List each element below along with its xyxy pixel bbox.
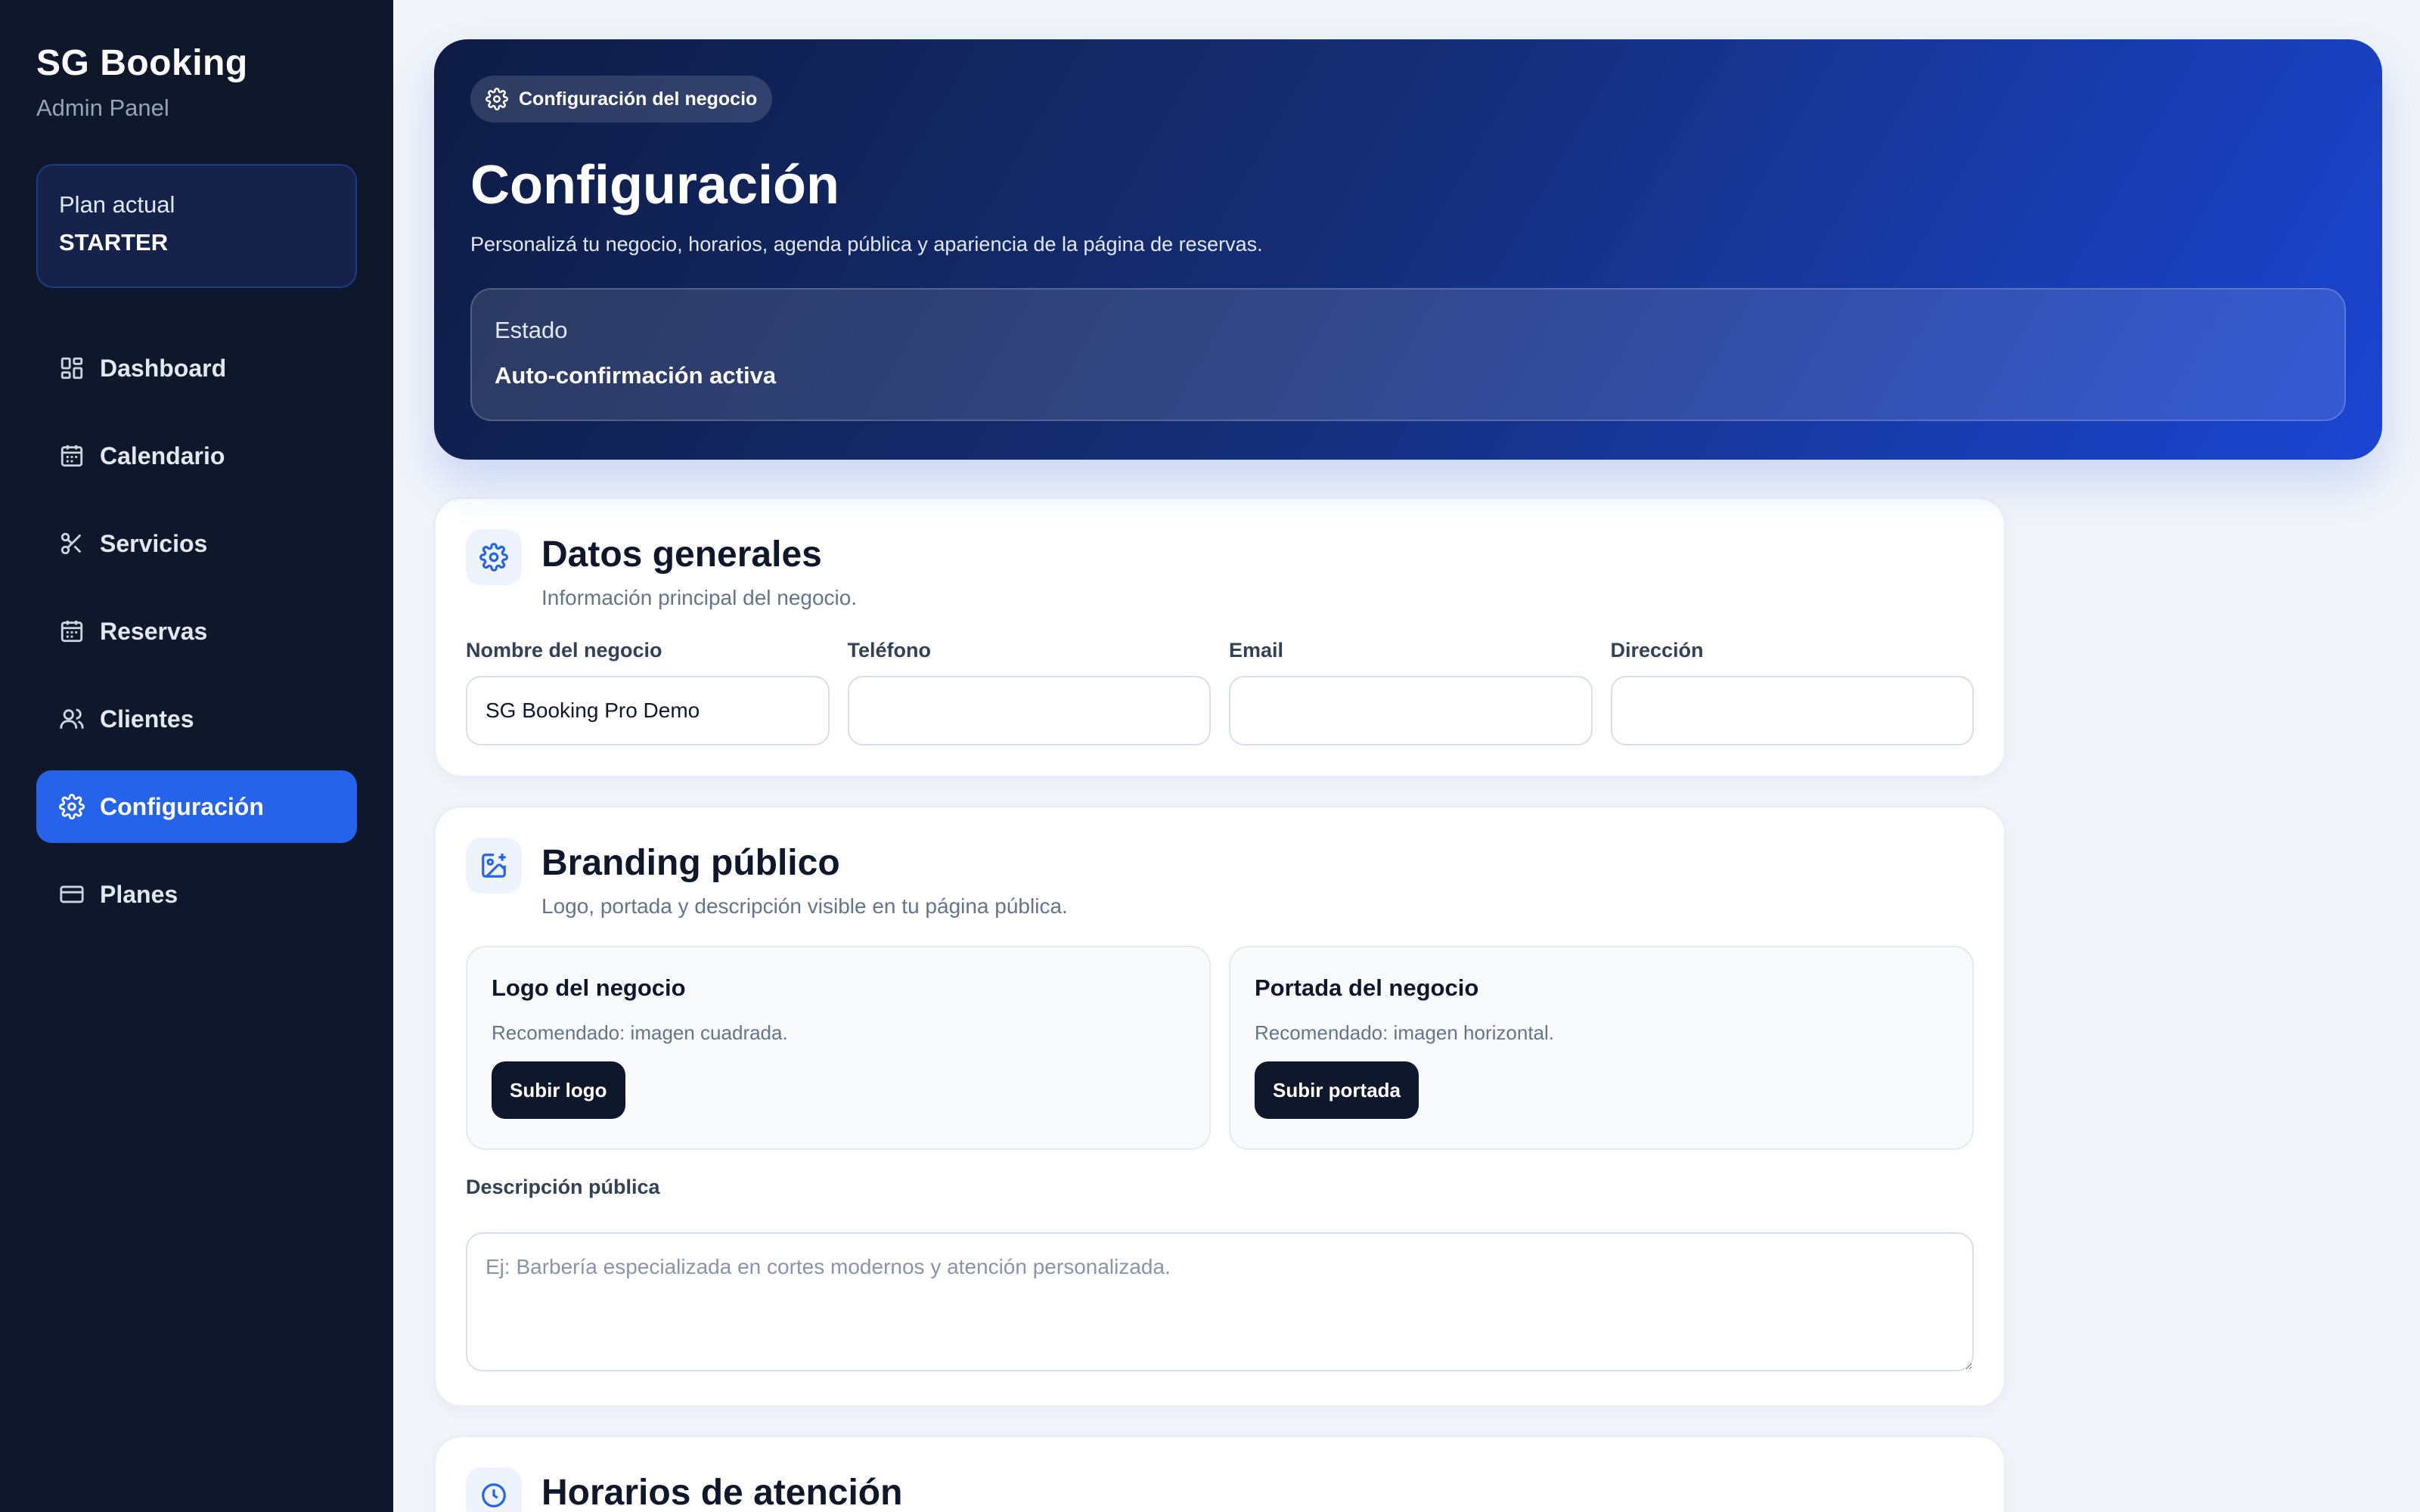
sidebar: SG Booking Admin Panel Plan actual START… — [0, 0, 393, 1512]
business-name-input[interactable] — [466, 676, 830, 745]
upload-row: Logo del negocio Recomendado: imagen cua… — [466, 946, 1974, 1150]
card-icon-box — [466, 1467, 522, 1512]
page-description: Personalizá tu negocio, horarios, agenda… — [470, 233, 1263, 256]
main-content: Configuración del negocio Configuración … — [434, 39, 2382, 1512]
scissors-icon — [60, 532, 82, 555]
sidebar-item-label: Configuración — [100, 792, 264, 820]
hours-card: Horarios de atención — [434, 1436, 2006, 1512]
sidebar-item-configuracion[interactable]: Configuración — [36, 770, 357, 843]
general-data-card: Datos generales Información principal de… — [434, 497, 2006, 777]
credit-card-icon — [60, 885, 84, 903]
card-icon-box — [466, 529, 522, 585]
sidebar-item-label: Planes — [100, 880, 178, 908]
section-title: Datos generales — [541, 534, 822, 575]
upload-title: Logo del negocio — [492, 974, 686, 1001]
upload-hint: Recomendado: imagen cuadrada. — [492, 1021, 788, 1044]
upload-title: Portada del negocio — [1255, 974, 1479, 1001]
hero-banner: Configuración del negocio Configuración … — [434, 39, 2382, 460]
email-field-group: Email — [1229, 639, 1593, 745]
brand-title: SG Booking — [36, 43, 248, 83]
branding-card: Branding público Logo, portada y descrip… — [434, 806, 2006, 1407]
phone-input[interactable] — [847, 676, 1211, 745]
card-header: Datos generales Información principal de… — [466, 529, 1974, 610]
sidebar-item-servicios[interactable]: Servicios — [36, 507, 357, 580]
gear-icon — [59, 794, 85, 820]
section-title: Horarios de atención — [541, 1473, 903, 1512]
address-input[interactable] — [1610, 676, 1974, 745]
plan-label: Plan actual — [59, 191, 175, 218]
status-label: Estado — [495, 317, 568, 343]
calendar-icon — [60, 445, 83, 467]
sidebar-item-label: Reservas — [100, 617, 208, 645]
field-label: Dirección — [1610, 639, 1704, 662]
logo-upload-box: Logo del negocio Recomendado: imagen cua… — [466, 946, 1211, 1150]
image-plus-icon — [482, 854, 506, 878]
status-box: Estado Auto-confirmación activa — [470, 288, 2346, 421]
business-name-field-group: Nombre del negocio — [466, 639, 830, 745]
phone-field-group: Teléfono — [847, 639, 1211, 745]
sidebar-item-calendario[interactable]: Calendario — [36, 420, 357, 492]
cover-upload-box: Portada del negocio Recomendado: imagen … — [1229, 946, 1974, 1150]
upload-hint: Recomendado: imagen horizontal. — [1255, 1021, 1555, 1044]
email-input[interactable] — [1229, 676, 1593, 745]
sidebar-item-planes[interactable]: Planes — [36, 858, 357, 931]
status-value: Auto-confirmación activa — [495, 362, 777, 389]
gear-icon — [479, 543, 508, 572]
sidebar-item-label: Servicios — [100, 529, 208, 557]
description-label: Descripción pública — [466, 1176, 660, 1198]
plan-box: Plan actual STARTER — [36, 164, 357, 288]
field-label: Nombre del negocio — [466, 639, 662, 662]
sidebar-item-reservas[interactable]: Reservas — [36, 595, 357, 668]
upload-logo-button[interactable]: Subir logo — [492, 1061, 625, 1119]
clock-icon — [482, 1483, 506, 1507]
section-subtitle: Logo, portada y descripción visible en t… — [541, 894, 1068, 918]
section-subtitle: Información principal del negocio. — [541, 586, 858, 609]
plan-value: STARTER — [59, 229, 169, 256]
users-icon — [60, 708, 84, 729]
public-description-textarea[interactable] — [466, 1232, 1974, 1371]
section-title: Branding público — [541, 843, 840, 883]
dashboard-icon — [60, 357, 83, 380]
field-label: Email — [1229, 639, 1284, 662]
sidebar-item-label: Calendario — [100, 442, 225, 469]
sidebar-item-label: Dashboard — [100, 354, 227, 382]
card-header: Branding público Logo, portada y descrip… — [466, 838, 1974, 919]
brand-subtitle: Admin Panel — [36, 94, 169, 121]
sidebar-item-dashboard[interactable]: Dashboard — [36, 332, 357, 404]
card-header: Horarios de atención — [466, 1467, 1974, 1512]
general-fields: Nombre del negocio Teléfono Email Direcc… — [466, 639, 1974, 745]
card-icon-box — [466, 838, 522, 894]
sidebar-item-clientes[interactable]: Clientes — [36, 683, 357, 755]
hero-pill-label: Configuración del negocio — [519, 88, 758, 110]
address-field-group: Dirección — [1610, 639, 1974, 745]
sidebar-nav: Dashboard Calendario Servicios Reservas … — [36, 332, 357, 931]
field-label: Teléfono — [847, 639, 932, 662]
hero-pill: Configuración del negocio — [470, 76, 773, 122]
sidebar-item-label: Clientes — [100, 705, 194, 733]
upload-cover-button[interactable]: Subir portada — [1255, 1061, 1419, 1119]
page-title: Configuración — [470, 155, 839, 215]
gear-icon — [486, 88, 508, 110]
calendar-icon — [60, 620, 83, 643]
